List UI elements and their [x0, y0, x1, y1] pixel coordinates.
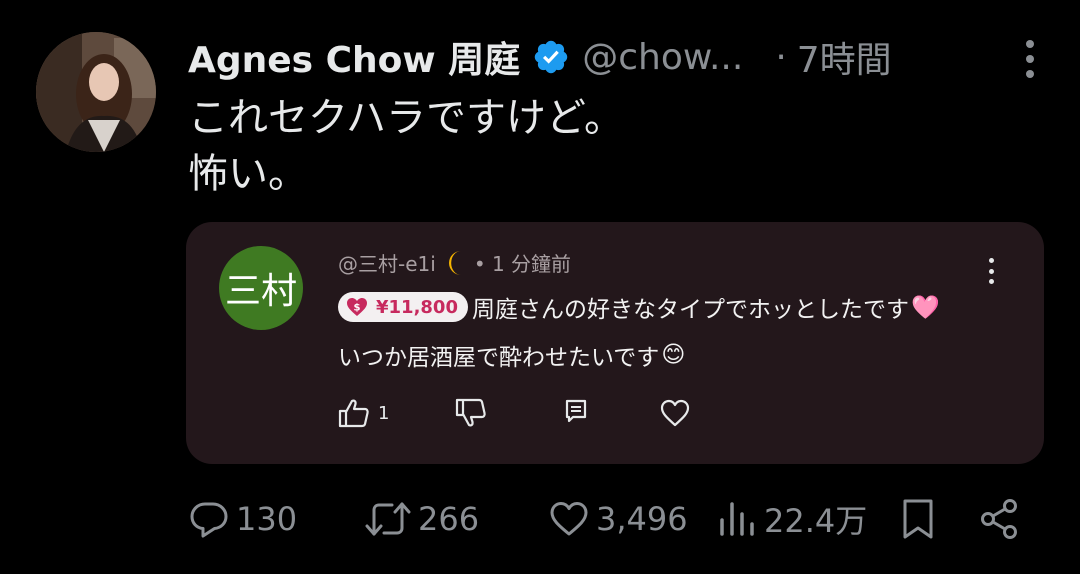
comment-dislike	[455, 398, 487, 428]
superchat-badge: $ ¥11,800	[338, 292, 468, 322]
bookmark-button[interactable]	[898, 496, 938, 542]
tweet-text-line: これセクハラですけど。	[188, 95, 624, 141]
views-chart-icon	[720, 502, 754, 536]
like-count: 3,496	[596, 500, 688, 538]
view-count: 22.4万	[764, 502, 868, 540]
retweet-button[interactable]: 266	[364, 496, 479, 542]
comment-like-count: 1	[378, 402, 390, 424]
tweet-text-line: 怖い。	[188, 151, 308, 197]
superchat-amount: ¥11,800	[376, 296, 458, 318]
reply-count: 130	[236, 500, 298, 538]
comment-more-icon	[988, 258, 994, 284]
like-button[interactable]: 3,496	[548, 496, 688, 542]
header-separator: ·	[775, 36, 787, 78]
comment-heart	[659, 398, 691, 428]
comment-reply	[564, 398, 588, 424]
more-options-icon[interactable]	[1024, 40, 1036, 78]
bookmark-icon	[903, 499, 933, 539]
commenter-avatar-text: 三村	[224, 271, 297, 312]
reply-comment-icon	[565, 399, 587, 423]
heart-dollar-icon: $	[347, 298, 367, 316]
share-button[interactable]	[978, 496, 1022, 542]
thumbs-down-icon	[455, 398, 486, 427]
svg-text:$: $	[354, 303, 361, 314]
comment-meta: @三村-e1i • 1 分鐘前	[338, 248, 571, 277]
heart-icon	[550, 502, 588, 536]
comment-text: 周庭さんの好きなタイプでホッとしたです	[472, 297, 909, 323]
pink-heart-emoji: 🩷	[911, 294, 940, 321]
views-button[interactable]: 22.4万	[718, 496, 867, 542]
heart-outline-icon	[660, 399, 690, 427]
crescent-moon-icon	[448, 250, 461, 275]
comment-line-2: いつか居酒屋で酔わせたいです 😊	[338, 338, 685, 372]
tweet-header: Agnes Chow 周庭 @chow... · 7時間	[188, 30, 892, 84]
tweet-time[interactable]: 7時間	[797, 31, 892, 83]
author-handle[interactable]: @chow...	[582, 37, 743, 78]
tweet-text: これセクハラですけど。 怖い。	[188, 90, 624, 202]
comment-text: いつか居酒屋で酔わせたいです	[338, 345, 660, 371]
avatar-photo	[36, 32, 156, 152]
comment-like: 1	[338, 398, 389, 428]
verified-badge-icon	[534, 40, 568, 74]
share-icon	[981, 499, 1017, 539]
comment-line-1: 周庭さんの好きなタイプでホッとしたです 🩷	[472, 290, 940, 324]
retweet-icon	[365, 502, 411, 536]
commenter-avatar: 三村	[219, 246, 303, 330]
commenter-username: @三村-e1i	[338, 252, 436, 276]
smile-emoji: 😊	[661, 342, 686, 368]
retweet-count: 266	[418, 500, 480, 538]
reply-icon	[190, 502, 228, 538]
thumbs-up-icon	[338, 399, 369, 428]
author-avatar[interactable]	[36, 32, 156, 152]
reply-button[interactable]: 130	[188, 496, 297, 542]
author-name[interactable]: Agnes Chow 周庭	[188, 31, 520, 83]
comment-time: • 1 分鐘前	[473, 252, 572, 276]
